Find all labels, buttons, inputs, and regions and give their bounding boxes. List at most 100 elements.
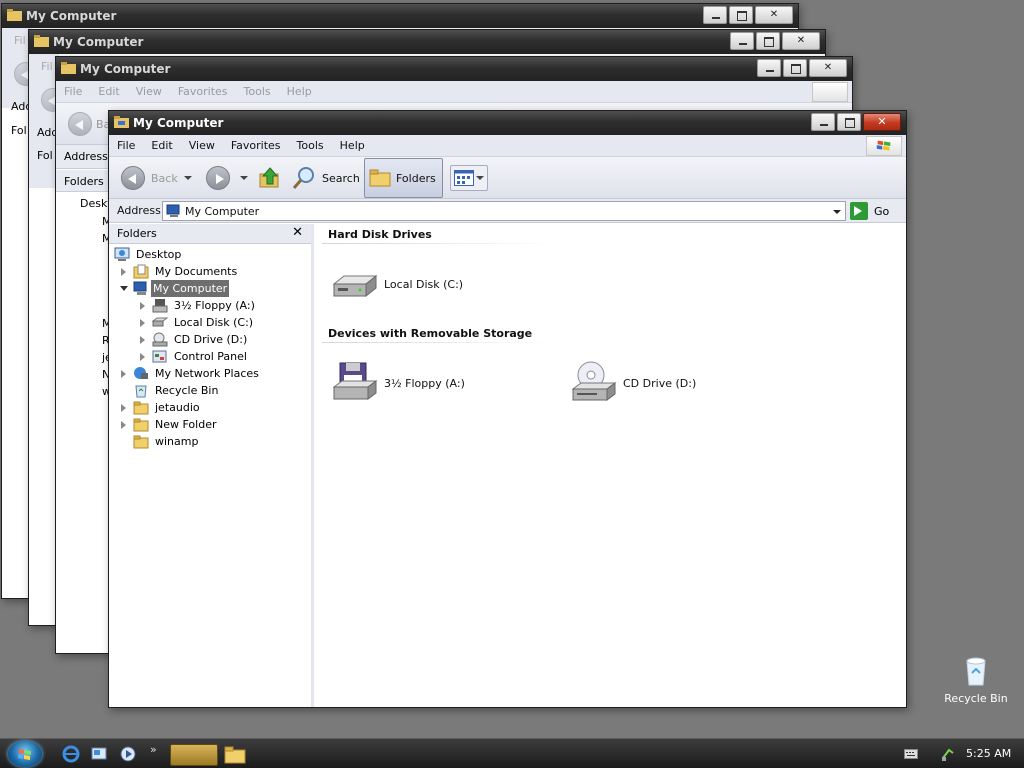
internet-explorer-icon[interactable]	[62, 745, 80, 763]
menu-help[interactable]: Help	[279, 81, 320, 103]
minimize-button[interactable]	[757, 59, 781, 77]
menu-view[interactable]: View	[181, 135, 223, 157]
windows-logo-icon	[812, 82, 848, 102]
title-bar[interactable]: My Computer ✕	[29, 30, 825, 54]
up-folder-button[interactable]	[258, 163, 282, 193]
tree-item-recycle-bin[interactable]: Recycle Bin	[109, 382, 311, 399]
keyboard-icon[interactable]	[904, 749, 918, 759]
address-label: Address	[117, 204, 161, 217]
taskbar-button-my-computer[interactable]	[170, 744, 218, 766]
tree-item-network-places[interactable]: My Network Places	[109, 365, 311, 382]
menu-tools[interactable]: Tools	[236, 81, 279, 103]
close-button[interactable]: ✕	[809, 59, 847, 77]
minimize-button[interactable]	[703, 6, 727, 24]
search-button[interactable]: Search	[292, 163, 360, 193]
menu-favorites[interactable]: Favorites	[223, 135, 289, 157]
my-computer-window[interactable]: My Computer ✕ File Edit View Favorites T…	[108, 110, 907, 708]
folder-icon	[133, 401, 149, 415]
menu-file[interactable]: File	[56, 81, 90, 103]
tree-item-label: 3½ Floppy (A:)	[174, 299, 255, 312]
expand-arrow-icon[interactable]	[140, 353, 145, 361]
tree-item-label: CD Drive (D:)	[174, 333, 248, 346]
tree-item-local-disk[interactable]: Local Disk (C:)	[109, 314, 311, 331]
back-label: Back	[151, 171, 178, 185]
forward-button[interactable]	[206, 163, 248, 193]
tree-item-floppy[interactable]: 3½ Floppy (A:)	[109, 297, 311, 314]
tree-item-my-computer[interactable]: My Computer	[109, 280, 311, 297]
tree-item-cd-drive[interactable]: CD Drive (D:)	[109, 331, 311, 348]
address-bar: Address My Computer Go	[109, 199, 906, 223]
floppy-icon	[152, 299, 168, 313]
network-icon	[134, 367, 148, 379]
tree-item-desktop[interactable]: Desktop	[109, 246, 311, 263]
forward-dropdown-icon[interactable]	[240, 176, 248, 180]
expand-arrow-icon[interactable]	[140, 336, 145, 344]
tree-item-winamp[interactable]: winamp	[109, 433, 311, 450]
media-player-icon[interactable]	[119, 745, 137, 763]
control-panel-icon	[152, 350, 167, 363]
window-title: My Computer	[80, 62, 171, 76]
start-button[interactable]	[8, 741, 42, 767]
tree-item-label: My Documents	[155, 265, 238, 278]
tree-item-new-folder[interactable]: New Folder	[109, 416, 311, 433]
search-icon	[292, 167, 314, 189]
drive-cd-d[interactable]: CD Drive (D:)	[569, 361, 696, 405]
maximize-button[interactable]	[729, 6, 753, 24]
floppy-drive-icon	[332, 362, 378, 400]
title-bar[interactable]: My Computer ✕	[2, 4, 798, 28]
menu-help[interactable]: Help	[332, 135, 373, 157]
close-button[interactable]: ✕	[755, 6, 793, 24]
tree-item-jetaudio[interactable]: jetaudio	[109, 399, 311, 416]
expand-arrow-icon[interactable]	[121, 268, 126, 276]
tree-item-control-panel[interactable]: Control Panel	[109, 348, 311, 365]
title-bar[interactable]: My Computer ✕	[109, 111, 906, 135]
address-input[interactable]: My Computer	[162, 201, 846, 221]
computer-folder-icon	[61, 62, 76, 74]
back-dropdown-icon[interactable]	[183, 176, 192, 180]
menu-file[interactable]: File	[109, 135, 143, 157]
close-button[interactable]: ✕	[863, 113, 901, 131]
expand-arrow-icon[interactable]	[140, 302, 145, 310]
tree-item-label: Local Disk (C:)	[174, 316, 254, 329]
ghost-menu: Fil	[14, 34, 26, 47]
quick-launch-chevron[interactable]: »	[150, 743, 157, 756]
minimize-button[interactable]	[811, 113, 835, 131]
expand-arrow-icon[interactable]	[121, 421, 126, 429]
close-button[interactable]: ✕	[782, 32, 820, 50]
tree-item-my-documents[interactable]: My Documents	[109, 263, 311, 280]
window-title: My Computer	[26, 9, 117, 23]
ghost-desktop: Deskt	[80, 197, 112, 210]
collapse-arrow-icon[interactable]	[120, 286, 128, 291]
menu-favorites[interactable]: Favorites	[170, 81, 236, 103]
go-button[interactable]: Go	[850, 201, 889, 221]
computer-folder-icon	[34, 35, 49, 47]
menu-tools[interactable]: Tools	[289, 135, 332, 157]
menu-view[interactable]: View	[128, 81, 170, 103]
safely-remove-hardware-icon[interactable]	[940, 746, 956, 762]
maximize-button[interactable]	[756, 32, 780, 50]
desktop-recycle-bin[interactable]: Recycle Bin	[944, 655, 1008, 705]
folder-icon[interactable]	[222, 745, 248, 765]
maximize-button[interactable]	[783, 59, 807, 77]
expand-arrow-icon[interactable]	[140, 319, 145, 327]
views-button[interactable]	[450, 165, 488, 191]
folders-button[interactable]: Folders	[364, 158, 443, 198]
drive-local-disk-c[interactable]: Local Disk (C:)	[330, 262, 463, 306]
folders-label: Folders	[64, 175, 104, 188]
menu-edit[interactable]: Edit	[90, 81, 127, 103]
address-dropdown-icon[interactable]	[833, 210, 841, 214]
back-button[interactable]: Back	[121, 163, 192, 193]
expand-arrow-icon[interactable]	[121, 370, 126, 378]
windows-orb-icon	[18, 749, 31, 760]
expand-arrow-icon[interactable]	[121, 404, 126, 412]
maximize-button[interactable]	[837, 113, 861, 131]
drive-floppy-a[interactable]: 3½ Floppy (A:)	[330, 361, 465, 405]
taskbar-clock[interactable]: 5:25 AM	[966, 747, 1011, 760]
minimize-button[interactable]	[730, 32, 754, 50]
show-desktop-icon[interactable]	[90, 745, 108, 763]
computer-icon	[133, 281, 147, 295]
close-pane-icon[interactable]: ✕	[292, 224, 303, 242]
search-label: Search	[322, 171, 360, 185]
title-bar[interactable]: My Computer ✕	[56, 57, 852, 81]
menu-edit[interactable]: Edit	[143, 135, 180, 157]
